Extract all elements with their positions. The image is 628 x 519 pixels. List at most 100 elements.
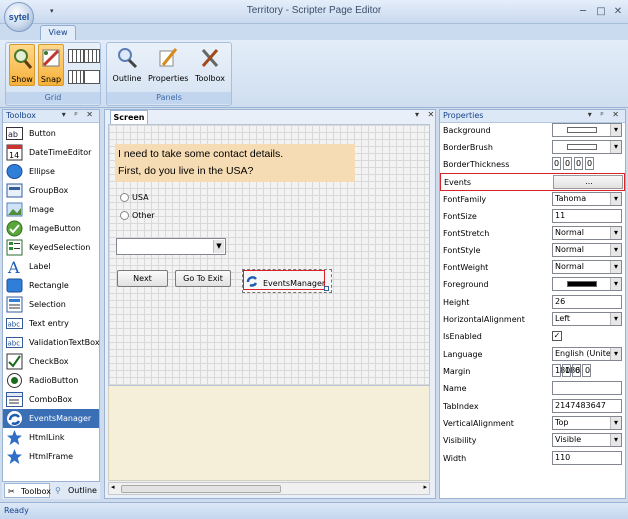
scrollbar-thumb[interactable] — [121, 485, 281, 493]
question-label[interactable]: I need to take some contact details. Fir… — [115, 144, 355, 182]
toolbox-header: Toolbox ▾ ᵖ ✕ — [3, 110, 99, 123]
maximize-button[interactable]: □ — [594, 5, 608, 18]
properties-icon — [159, 48, 178, 67]
toolbox-item-htmlframe[interactable]: HtmlFrame — [3, 447, 99, 466]
toolbox-item-validationtextbox[interactable]: abc ValidationTextBox — [3, 333, 100, 352]
toolbox-item-ellipse[interactable]: Ellipse — [3, 162, 99, 181]
close-button[interactable]: ✕ — [611, 5, 625, 18]
fontweight-select[interactable]: Normal — [552, 260, 622, 274]
height-field[interactable]: 26 — [552, 295, 622, 309]
fontsize-field[interactable]: 11 — [552, 209, 622, 223]
margin-top[interactable]: 186 — [562, 364, 580, 377]
resize-handle[interactable] — [324, 286, 329, 291]
thickness-right[interactable]: 0 — [574, 157, 583, 170]
show-grid-button[interactable]: Show — [9, 44, 35, 86]
properties-button[interactable]: Properties — [148, 44, 188, 86]
magnifier-icon — [14, 49, 33, 69]
go-to-exit-button[interactable]: Go To Exit — [175, 270, 231, 287]
grid-small-icon[interactable] — [68, 49, 84, 63]
width-field[interactable]: 110 — [552, 451, 622, 465]
name-field[interactable] — [552, 381, 622, 395]
button-icon: ab — [6, 127, 23, 140]
toolbox-item-label[interactable]: A Label — [3, 257, 99, 276]
minimize-button[interactable]: ─ — [576, 5, 590, 18]
snap-grid-button[interactable]: Snap — [38, 44, 64, 86]
prop-name: Events — [444, 178, 472, 187]
language-select[interactable]: English (Unite — [552, 347, 622, 361]
thickness-left[interactable]: 0 — [552, 157, 561, 170]
fontstretch-select[interactable]: Normal — [552, 226, 622, 240]
prop-row-fontstyle: FontStyle Normal — [440, 242, 625, 259]
tab-toolbox[interactable]: ✂ Toolbox — [4, 483, 51, 498]
toolbox-item-keyedselection[interactable]: KeyedSelection — [3, 238, 99, 257]
toolbox-item-label: ImageButton — [29, 224, 81, 233]
verticalalignment-select[interactable]: Top — [552, 416, 622, 430]
thickness-bottom[interactable]: 0 — [585, 157, 594, 170]
prop-name: FontSize — [443, 212, 477, 221]
toolbox-item-rectangle[interactable]: Rectangle — [3, 276, 99, 295]
tab-view[interactable]: View — [40, 25, 76, 40]
toolbox-item-textentry[interactable]: abc Text entry — [3, 314, 99, 333]
toolbox-item-image[interactable]: Image — [3, 200, 99, 219]
prop-row-foreground: Foreground — [440, 276, 625, 293]
screen-panel-controls[interactable]: ▾ ✕ — [415, 110, 437, 119]
radio-usa[interactable]: USA — [120, 192, 210, 204]
grid-medium-icon[interactable] — [84, 49, 100, 63]
toolbox-panel-controls[interactable]: ▾ ᵖ ✕ — [62, 110, 96, 119]
toolbox-item-datetimeeditor[interactable]: 14 DateTimeEditor — [3, 143, 99, 162]
toolbox-item-checkbox[interactable]: CheckBox — [3, 352, 99, 371]
horizontalalignment-select[interactable]: Left — [552, 312, 622, 326]
chevron-down-icon[interactable]: ▼ — [213, 240, 224, 253]
toolbox-item-label: Label — [29, 262, 51, 271]
thickness-top[interactable]: 0 — [563, 157, 572, 170]
scroll-left-icon[interactable]: ◂ — [111, 483, 115, 491]
tab-outline[interactable]: ⚲ Outline — [52, 483, 98, 498]
toolbox-item-eventsmanager[interactable]: EventsManager — [3, 409, 99, 428]
fontstyle-select[interactable]: Normal — [552, 243, 622, 257]
grid-large-icon[interactable] — [68, 70, 84, 84]
isenabled-checkbox[interactable]: ✓ — [552, 331, 562, 341]
color-swatch — [567, 281, 597, 287]
margin-left[interactable]: 180 — [552, 364, 570, 377]
toolbox-item-button[interactable]: ab Button — [3, 124, 99, 143]
toolbox-item-combobox[interactable]: ComboBox — [3, 390, 99, 409]
toolbox-item-imagebutton[interactable]: ImageButton — [3, 219, 99, 238]
borderbrush-picker[interactable] — [552, 140, 622, 154]
toolbox-item-selection[interactable]: Selection — [3, 295, 99, 314]
foreground-picker[interactable] — [552, 277, 622, 291]
toolbox-item-htmllink[interactable]: HtmlLink — [3, 428, 99, 447]
svg-text:ab: ab — [8, 130, 18, 139]
keyed-selection-icon — [6, 239, 23, 256]
tab-toolbox-label: Toolbox — [21, 487, 51, 496]
scroll-right-icon[interactable]: ▸ — [423, 483, 427, 491]
grid-none-icon[interactable] — [84, 70, 100, 84]
properties-panel-controls[interactable]: ▾ ᵖ ✕ — [588, 110, 622, 119]
margin-right[interactable]: 0 — [572, 364, 581, 377]
toolbox-item-groupbox[interactable]: GroupBox — [3, 181, 99, 200]
radio-other[interactable]: Other — [120, 210, 210, 222]
events-manager-icon — [246, 276, 258, 287]
prop-name: FontStretch — [443, 229, 490, 238]
tab-screen[interactable]: Screen — [110, 110, 148, 124]
calendar-icon: 14 — [6, 144, 23, 161]
horizontal-scrollbar[interactable]: ◂ ▸ — [108, 482, 430, 495]
events-edit-button[interactable]: ... — [553, 175, 623, 189]
fontfamily-select[interactable]: Tahoma — [552, 192, 622, 206]
events-manager-control[interactable]: EventsManager — [242, 269, 332, 293]
design-combobox[interactable]: ▼ — [116, 238, 226, 255]
margin-bottom[interactable]: 0 — [582, 364, 591, 377]
svg-text:abc: abc — [8, 340, 21, 348]
visibility-select[interactable]: Visible — [552, 433, 622, 447]
prop-row-background: Background — [440, 122, 625, 139]
question-line-1: I need to take some contact details. — [118, 148, 284, 160]
tabindex-field[interactable]: 2147483647 — [552, 399, 622, 413]
background-picker[interactable] — [552, 123, 622, 137]
app-menu-button[interactable]: sytel — [4, 2, 34, 32]
outline-button[interactable]: Outline — [110, 44, 144, 86]
toolbox-button[interactable]: Toolbox — [193, 44, 227, 86]
toolbox-item-radiobutton[interactable]: RadioButton — [3, 371, 99, 390]
prop-row-tabindex: TabIndex 2147483647 — [440, 398, 625, 415]
snap-icon — [42, 49, 60, 67]
color-swatch — [567, 127, 597, 133]
next-button[interactable]: Next — [117, 270, 168, 287]
